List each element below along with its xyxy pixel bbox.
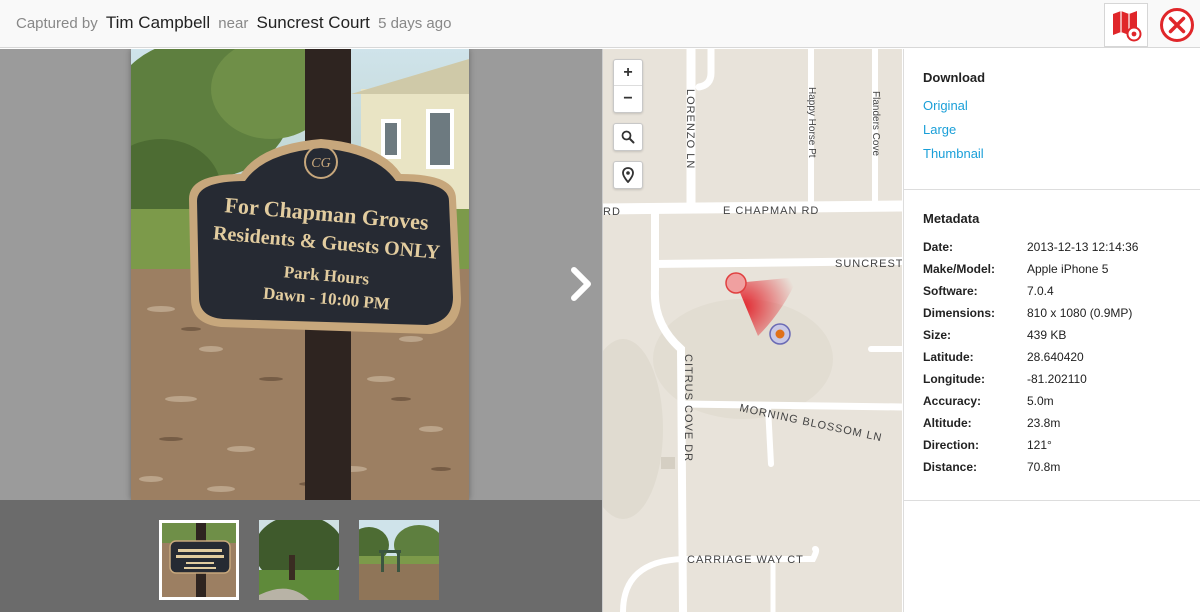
street-rd-left: RD (603, 206, 621, 218)
street-carriage-way: CARRIAGE WAY CT (687, 554, 804, 566)
user-name-link[interactable]: Tim Campbell (106, 13, 210, 32)
thumbnail-3[interactable] (359, 520, 439, 600)
map-locate-button[interactable] (613, 161, 643, 189)
meta-row-distance: Distance: 70.8m (923, 460, 1061, 474)
capture-caption: Captured by Tim Campbell near Suncrest C… (16, 13, 451, 33)
meta-row-latitude: Latitude: 28.640420 (923, 350, 1084, 364)
meta-row-date: Date: 2013-12-13 12:14:36 (923, 240, 1139, 254)
meta-row-dimensions: Dimensions: 810 x 1080 (0.9MP) (923, 306, 1133, 320)
view-on-map-button[interactable] (1104, 3, 1148, 47)
zoom-in-button[interactable]: + (614, 60, 642, 86)
close-button[interactable] (1155, 3, 1199, 47)
svg-text:CG: CG (311, 156, 330, 171)
thumbnail-strip (0, 500, 602, 612)
main-photo[interactable]: CG For Chapman Groves Residents & Guests… (131, 49, 469, 500)
thumbnail-1[interactable] (159, 520, 239, 600)
search-icon (621, 130, 635, 144)
download-title: Download (923, 70, 986, 85)
download-original-link[interactable]: Original (923, 98, 968, 113)
photo-scene: CG For Chapman Groves Residents & Guests… (131, 49, 469, 500)
location-pin-icon (622, 167, 634, 183)
captured-by-label: Captured by (16, 15, 98, 32)
near-label: near (218, 15, 249, 32)
meta-row-altitude: Altitude: 23.8m (923, 416, 1061, 430)
meta-row-longitude: Longitude: -81.202110 (923, 372, 1087, 386)
next-photo-arrow-icon[interactable] (566, 264, 596, 304)
details-panel: Download Original Large Thumbnail Metada… (903, 49, 1200, 612)
meta-row-software: Software: 7.0.4 (923, 284, 1054, 298)
close-icon (1160, 8, 1194, 42)
header-bar: Captured by Tim Campbell near Suncrest C… (0, 0, 1200, 48)
metadata-title: Metadata (923, 211, 980, 226)
street-suncrest: SUNCREST C (835, 258, 902, 270)
zoom-out-button[interactable]: − (614, 86, 642, 112)
download-thumbnail-link[interactable]: Thumbnail (923, 146, 984, 161)
street-lorenzo: LORENZO LN (684, 89, 696, 169)
location-map[interactable]: E CHAPMAN RD RD SUNCREST C MORNING BLOSS… (602, 49, 902, 612)
thumbnail-2[interactable] (259, 520, 339, 600)
subject-marker[interactable] (725, 272, 747, 294)
zoom-control: + − (613, 59, 643, 113)
map-search-button[interactable] (613, 123, 643, 151)
meta-row-accuracy: Accuracy: 5.0m (923, 394, 1054, 408)
meta-row-make-model: Make/Model: Apple iPhone 5 (923, 262, 1109, 276)
time-ago-label: 5 days ago (378, 15, 452, 32)
street-happy-horse: Happy Horse Pt (806, 87, 817, 158)
download-large-link[interactable]: Large (923, 122, 956, 137)
photo-viewer: CG For Chapman Groves Residents & Guests… (0, 49, 602, 500)
meta-row-direction: Direction: 121° (923, 438, 1052, 452)
meta-row-size: Size: 439 KB (923, 328, 1067, 342)
section-divider (904, 189, 1200, 190)
map-pin-icon (1113, 11, 1142, 42)
street-flanders: Flanders Cove (870, 91, 881, 156)
street-citrus-cove: CITRUS COVE DR (682, 354, 694, 462)
street-e-chapman: E CHAPMAN RD (723, 205, 819, 217)
location-link[interactable]: Suncrest Court (257, 13, 370, 32)
section-divider-bottom (904, 500, 1200, 501)
map-canvas: E CHAPMAN RD RD SUNCREST C MORNING BLOSS… (603, 49, 902, 612)
